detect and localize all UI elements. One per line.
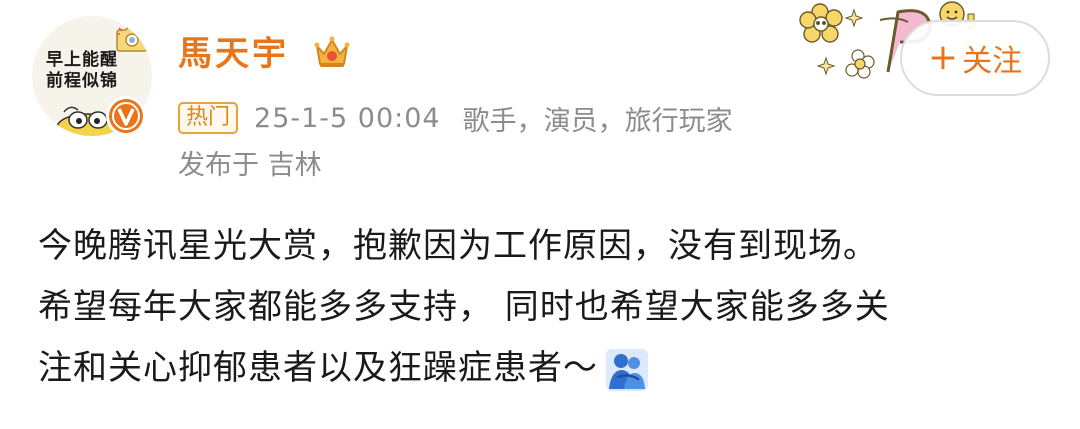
post-text-line: 今晚腾讯星光大赏，抱歉因为工作原因，没有到现场。 [38,226,878,266]
avatar-caption-line1: 早上能醒 [46,50,118,70]
avatar-caption: 早上能醒 前程似锦 [42,50,122,92]
post-text-line: 希望每年大家都能多多支持， 同时也希望大家能多多关 [38,287,890,327]
post-text-line-last: 注和关心抑郁患者以及狂躁症患者～ [38,338,1048,399]
post-content: 今晚腾讯星光大赏，抱歉因为工作原因，没有到现场。 希望每年大家都能多多支持， 同… [38,216,1048,399]
camera-sticker-icon [116,26,148,52]
hug-icon [606,348,648,391]
post-text-line: 注和关心抑郁患者以及狂躁症患者～ [38,348,598,388]
follow-label: 关注 [962,44,1023,79]
weibo-post-card: 早上能醒 前程似锦 馬天宇 热门 25-1-5 00:04 歌手，演员，旅行玩家… [0,0,1080,429]
plus-icon: + [927,37,959,78]
hot-badge: 热门 [178,102,239,134]
crown-icon[interactable] [312,32,352,72]
username[interactable]: 馬天宇 [178,32,289,76]
verified-badge-icon [106,96,146,136]
avatar-caption-line2: 前程似锦 [46,71,118,91]
post-location: 发布于 吉林 [178,150,322,181]
follow-button[interactable]: + 关注 [900,20,1050,96]
post-time: 25-1-5 00:04 [254,102,441,134]
post-meta: 热门 25-1-5 00:04 歌手，演员，旅行玩家 [178,98,733,138]
user-tags: 歌手，演员，旅行玩家 [462,105,733,137]
